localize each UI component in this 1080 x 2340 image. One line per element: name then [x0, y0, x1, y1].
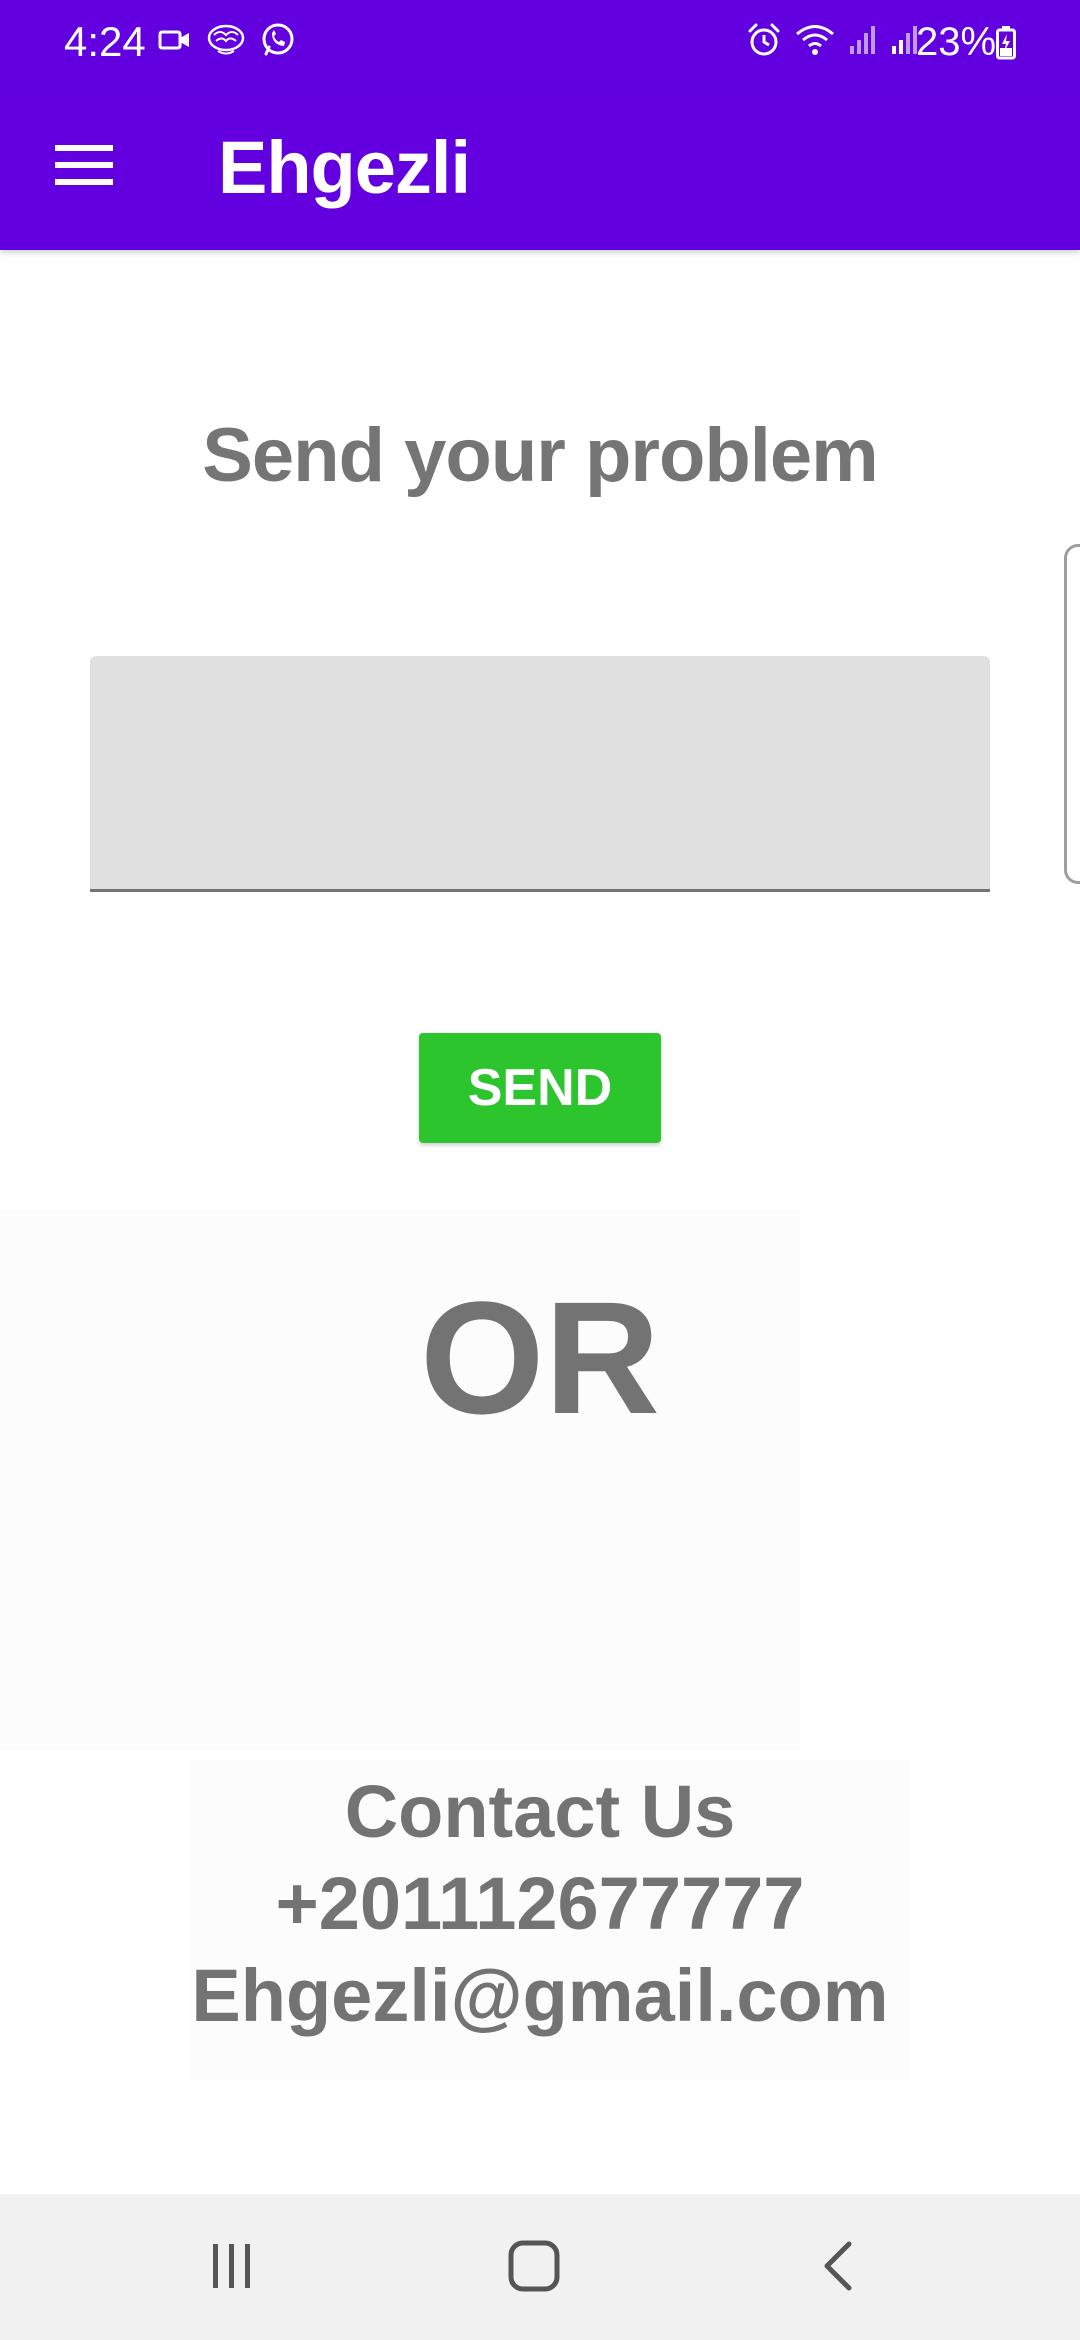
- signal-icon: [848, 24, 878, 61]
- problem-input[interactable]: [90, 656, 990, 892]
- status-bar: 4:24 23%: [0, 0, 1080, 84]
- status-time: 4:24: [64, 18, 146, 65]
- wifi-icon: [794, 23, 836, 62]
- contact-info: Contact Us +201112677777 Ehgezli@gmail.c…: [0, 1766, 1080, 2042]
- battery-percent: 23%: [916, 20, 997, 64]
- edge-panel-handle[interactable]: [1064, 544, 1080, 884]
- video-camera-icon: [158, 27, 192, 58]
- contact-title: Contact Us: [344, 1770, 736, 1853]
- back-button[interactable]: [778, 2228, 898, 2308]
- whatsapp-icon: [260, 22, 296, 63]
- home-button[interactable]: [474, 2228, 594, 2308]
- home-icon: [508, 2240, 560, 2297]
- system-nav-bar: [0, 2194, 1080, 2340]
- contact-email: Ehgezli@gmail.com: [191, 1954, 889, 2037]
- or-divider-text: OR: [420, 1268, 660, 1447]
- contact-phone: +201112677777: [275, 1862, 805, 1945]
- app-bar: Ehgezli: [0, 84, 1080, 250]
- app-screen: 4:24 23% Ehgezli Send your problem SEND …: [0, 0, 1080, 2340]
- recent-apps-icon: [209, 2242, 255, 2295]
- status-right-icons: [746, 20, 920, 64]
- battery-icon: [996, 26, 1016, 65]
- app-title: Ehgezli: [218, 126, 471, 209]
- alarm-icon: [746, 22, 782, 63]
- status-left-icons: [158, 22, 296, 62]
- hamburger-menu-icon: [55, 142, 113, 193]
- send-button[interactable]: SEND: [419, 1033, 661, 1143]
- menu-button[interactable]: [40, 128, 128, 206]
- page-heading: Send your problem: [202, 413, 879, 498]
- recent-apps-button[interactable]: [172, 2228, 292, 2308]
- back-icon: [821, 2240, 855, 2297]
- brain-icon: [206, 23, 246, 62]
